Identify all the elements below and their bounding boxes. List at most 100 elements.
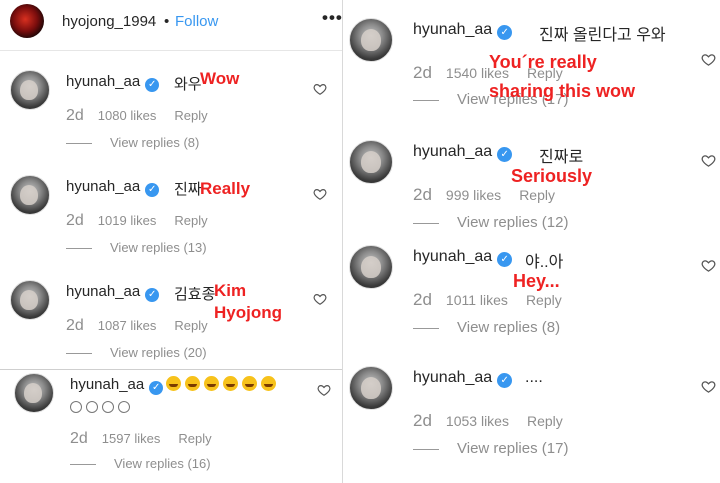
reply-button[interactable]: Reply [519, 187, 555, 203]
comment-item: hyunah_aa ✓ 진짜로 Seriously 2d 999 likes Repl… [349, 140, 717, 235]
poster-avatar[interactable] [10, 4, 44, 38]
emoji-laugh-row [166, 376, 280, 393]
replies-line [413, 222, 439, 224]
reply-button[interactable]: Reply [174, 213, 207, 228]
commenter-username[interactable]: hyunah_aa [70, 376, 144, 393]
poster-username[interactable]: hyojong_1994 [62, 13, 156, 30]
verified-badge-icon: ✓ [149, 381, 164, 395]
commenter-username[interactable]: hyunah_aa [413, 248, 492, 265]
like-heart-icon[interactable] [701, 258, 716, 273]
reply-button[interactable]: Reply [527, 413, 563, 429]
like-heart-icon[interactable] [313, 292, 327, 306]
commenter-avatar[interactable] [349, 366, 393, 410]
comment-likes[interactable]: 1080 likes [98, 108, 157, 123]
like-heart-icon[interactable] [317, 383, 331, 397]
screenshot-canvas: hyojong_1994 • Follow ••• hyunah_aa ✓ 와우 … [0, 0, 720, 483]
comment-item: hyunah_aa ✓ 야..아 Hey... 2d 1011 likes Reply… [349, 245, 717, 340]
commenter-avatar[interactable] [10, 70, 50, 110]
verified-badge-icon: ✓ [145, 288, 160, 302]
replies-line [66, 143, 92, 145]
comment-header: hyunah_aa ✓ [413, 143, 513, 162]
comment-text: 와우 [174, 76, 202, 93]
view-replies-button[interactable]: View replies (8) [66, 135, 199, 150]
reply-button[interactable]: Reply [178, 431, 211, 446]
verified-badge-icon: ✓ [145, 78, 160, 92]
header-separator-dot: • [164, 13, 170, 30]
comment-likes[interactable]: 1053 likes [446, 413, 509, 429]
comment-meta: 2d 1019 likes Reply [66, 212, 208, 230]
translation-annotation: Wow [200, 69, 240, 88]
replies-line [70, 464, 96, 466]
commenter-username[interactable]: hyunah_aa [66, 283, 140, 300]
view-replies-label: View replies (8) [457, 319, 561, 336]
comment-text: 진짜 [174, 181, 202, 198]
view-replies-button[interactable]: View replies (16) [70, 456, 211, 471]
smiley-emoji-icon [70, 401, 82, 413]
comment-header: hyunah_aa ✓ [66, 178, 160, 197]
commenter-username[interactable]: hyunah_aa [66, 178, 140, 195]
commenter-avatar[interactable] [349, 140, 393, 184]
view-replies-button[interactable]: View replies (17) [413, 440, 568, 457]
comment-text: .... [525, 369, 543, 386]
like-heart-icon[interactable] [313, 187, 327, 201]
replies-line [413, 448, 439, 450]
commenter-avatar[interactable] [349, 18, 393, 62]
like-heart-icon[interactable] [701, 379, 716, 394]
comment-likes[interactable]: 999 likes [446, 187, 501, 203]
like-heart-icon[interactable] [701, 52, 716, 67]
replies-line [66, 353, 92, 355]
commenter-username[interactable]: hyunah_aa [413, 21, 492, 38]
view-replies-label: View replies (12) [457, 214, 569, 231]
more-options-icon[interactable]: ••• [322, 8, 343, 28]
view-replies-label: View replies (17) [457, 440, 569, 457]
like-heart-icon[interactable] [701, 153, 716, 168]
view-replies-label: View replies (13) [110, 240, 207, 255]
annotation-line: Hyojong [214, 303, 282, 322]
comment-item: hyunah_aa ✓ 2d 1597 likes Reply View replie… [14, 373, 340, 478]
follow-button[interactable]: Follow [175, 13, 218, 30]
commenter-avatar[interactable] [10, 175, 50, 215]
verified-badge-icon: ✓ [497, 252, 513, 267]
post-header: hyojong_1994 • Follow ••• [0, 0, 342, 51]
translation-annotation: Really [200, 179, 251, 198]
smiley-emoji-icon [86, 401, 98, 413]
comment-age: 2d [413, 411, 432, 430]
reply-button[interactable]: Reply [526, 292, 562, 308]
comment-text: 진짜로 [539, 149, 584, 166]
commenter-avatar[interactable] [10, 280, 50, 320]
reply-button[interactable]: Reply [174, 318, 207, 333]
view-replies-button[interactable]: View replies (12) [413, 214, 568, 231]
smiley-emoji-icon [118, 401, 130, 413]
reply-button[interactable]: Reply [174, 108, 207, 123]
view-replies-button[interactable]: View replies (20) [66, 345, 207, 360]
view-replies-label: View replies (8) [110, 135, 200, 150]
smiley-emoji-icon [102, 401, 114, 413]
comment-likes[interactable]: 1597 likes [102, 431, 161, 446]
annotation-line: sharing this wow [489, 81, 636, 101]
commenter-username[interactable]: hyunah_aa [413, 143, 492, 160]
comment-item: hyunah_aa ✓ 김효종 Kim Hyojong 2d 1087 likes Re… [10, 280, 340, 365]
comment-likes[interactable]: 1019 likes [98, 213, 157, 228]
commenter-username[interactable]: hyunah_aa [413, 369, 492, 386]
commenter-avatar[interactable] [349, 245, 393, 289]
comment-age: 2d [413, 185, 432, 204]
view-replies-button[interactable]: View replies (8) [413, 319, 560, 336]
comment-meta: 2d 1053 likes Reply [413, 411, 563, 431]
left-comments-panel: hyojong_1994 • Follow ••• hyunah_aa ✓ 와우 … [0, 0, 342, 483]
view-replies-label: View replies (20) [110, 345, 207, 360]
replies-line [413, 99, 439, 101]
comment-item: hyunah_aa ✓ 와우 Wow 2d 1080 likes Reply View… [10, 69, 340, 155]
like-heart-icon[interactable] [313, 82, 327, 96]
comment-header: hyunah_aa ✓ [413, 248, 513, 267]
translation-annotation: Seriously [511, 166, 593, 186]
comment-meta: 2d 1087 likes Reply [66, 317, 208, 335]
commenter-username[interactable]: hyunah_aa [66, 73, 140, 90]
comment-item: hyunah_aa ✓ 진짜 올린다고 우와 2d 1540 likes Reply … [349, 18, 717, 118]
rofl-emoji-icon [223, 376, 238, 391]
comment-likes[interactable]: 1087 likes [98, 318, 157, 333]
comment-likes[interactable]: 1011 likes [446, 292, 508, 308]
comment-text: 김효종 [174, 286, 216, 303]
comment-header: hyunah_aa ✓ [413, 21, 513, 40]
commenter-avatar[interactable] [14, 373, 54, 413]
view-replies-button[interactable]: View replies (13) [66, 240, 207, 255]
